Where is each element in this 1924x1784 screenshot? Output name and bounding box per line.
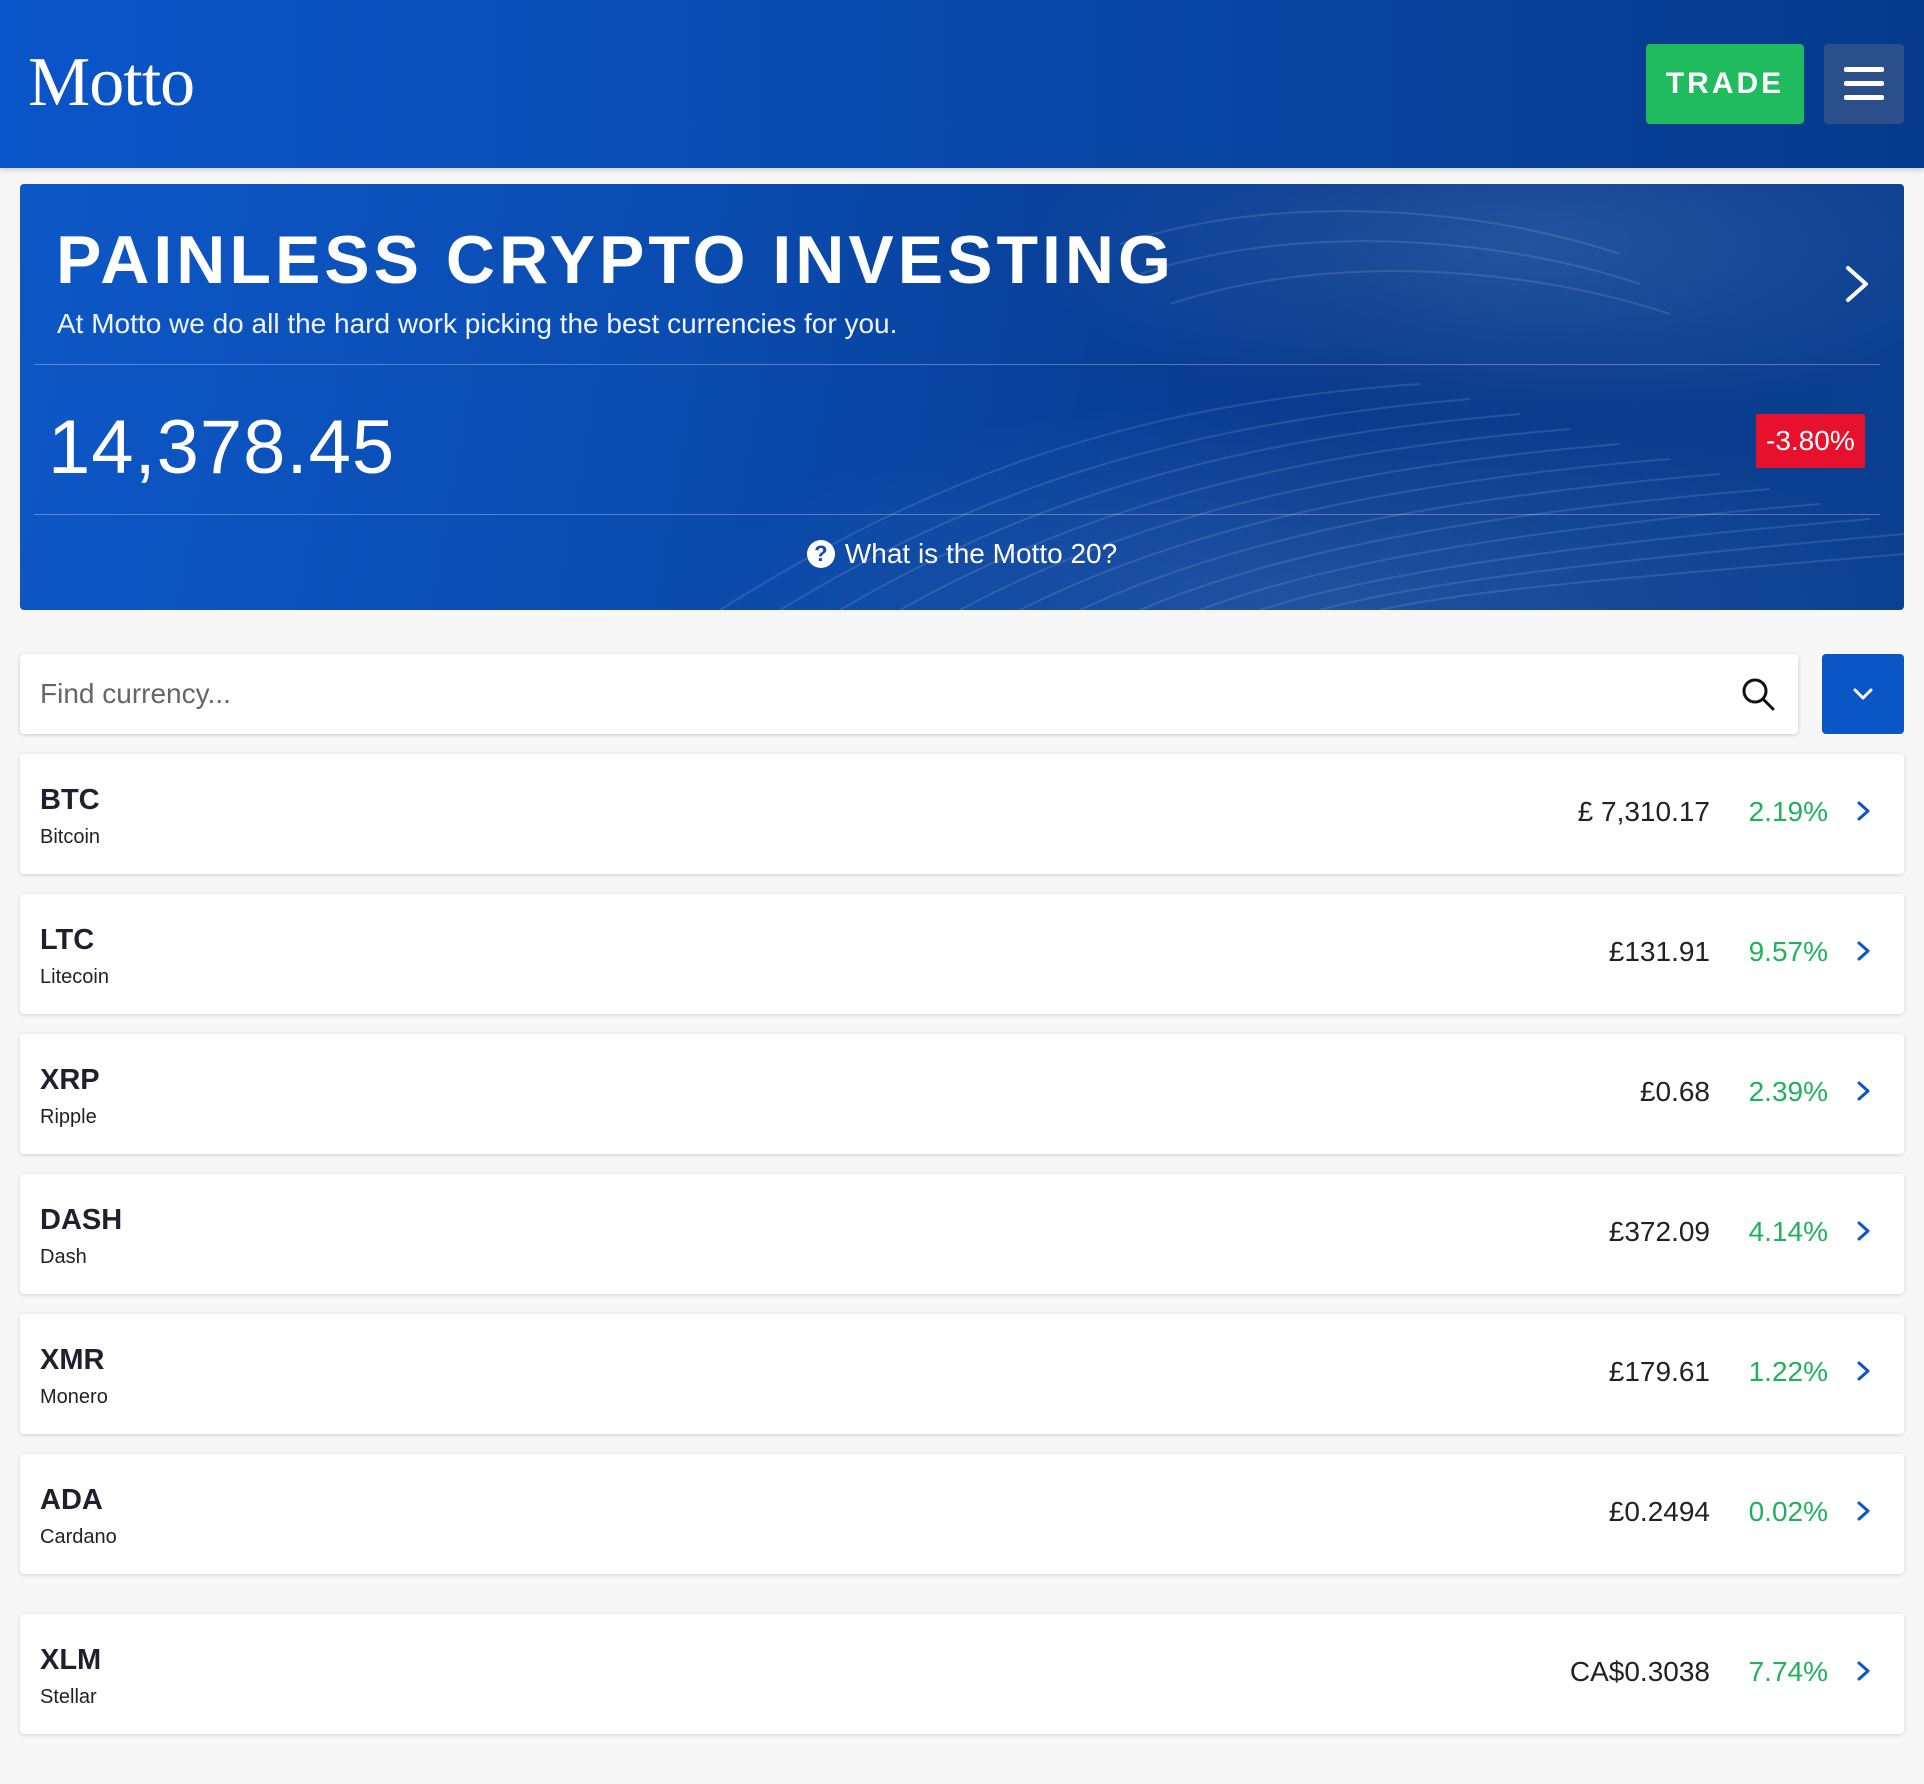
currency-symbol: DASH: [40, 1204, 123, 1236]
currency-name: Cardano: [40, 1526, 117, 1548]
motto-20-hero-card[interactable]: PAINLESS CRYPTO INVESTING At Motto we do…: [20, 184, 1904, 610]
chevron-right-icon[interactable]: [1854, 1496, 1874, 1526]
chevron-right-icon[interactable]: [1854, 1076, 1874, 1106]
hero-divider: [34, 364, 1880, 365]
what-is-motto-20-label: What is the Motto 20?: [844, 538, 1118, 569]
currency-name: Monero: [40, 1386, 108, 1408]
currency-symbol: XMR: [40, 1344, 105, 1376]
currency-row-btc[interactable]: BTC Bitcoin £ 7,310.17 2.19%: [20, 754, 1904, 874]
chevron-right-icon[interactable]: [1854, 936, 1874, 966]
currency-row-dash[interactable]: DASH Dash £372.09 4.14%: [20, 1174, 1904, 1294]
currency-price: £131.91: [1608, 936, 1710, 967]
currency-name: Dash: [40, 1246, 87, 1268]
currency-name: Ripple: [40, 1106, 97, 1128]
trade-button[interactable]: TRADE: [1646, 44, 1804, 124]
currency-name: Bitcoin: [40, 826, 101, 848]
currency-symbol: LTC: [40, 924, 95, 956]
what-is-motto-20-link[interactable]: ? What is the Motto 20?: [20, 538, 1904, 570]
currency-change: 2.39%: [1748, 1076, 1828, 1107]
currency-symbol: BTC: [40, 784, 100, 816]
currency-name: Stellar: [40, 1686, 97, 1708]
chevron-right-icon[interactable]: [1854, 1656, 1874, 1686]
currency-symbol: ADA: [40, 1484, 103, 1516]
currency-change: 9.57%: [1748, 936, 1828, 967]
question-circle-icon: ?: [806, 540, 835, 568]
currency-symbol: XLM: [40, 1644, 102, 1676]
currency-price: £0.68: [1639, 1076, 1710, 1107]
chevron-right-icon[interactable]: [1854, 1216, 1874, 1246]
currency-change: 2.19%: [1748, 796, 1828, 827]
currency-change: 0.02%: [1748, 1496, 1828, 1527]
currency-price: CA$0.3038: [1569, 1656, 1710, 1687]
currency-change: 4.14%: [1748, 1216, 1828, 1247]
menu-button[interactable]: [1824, 44, 1904, 124]
chevron-right-icon[interactable]: [1854, 1356, 1874, 1386]
chevron-right-icon[interactable]: [1836, 254, 1876, 314]
motto-logo[interactable]: Motto: [28, 38, 195, 128]
sort-dropdown-button[interactable]: [1822, 654, 1904, 734]
currency-row-xmr[interactable]: XMR Monero £179.61 1.22%: [20, 1314, 1904, 1434]
hero-title: PAINLESS CRYPTO INVESTING: [56, 222, 1175, 298]
hero-divider: [34, 514, 1880, 515]
currency-price: £0.2494: [1608, 1496, 1710, 1527]
currency-symbol: XRP: [40, 1064, 100, 1096]
hamburger-icon: [1844, 67, 1884, 100]
hero-subtitle: At Motto we do all the hard work picking…: [57, 308, 898, 339]
currency-row-ada[interactable]: ADA Cardano £0.2494 0.02%: [20, 1454, 1904, 1574]
currency-change: 7.74%: [1748, 1656, 1828, 1687]
currency-price: £ 7,310.17: [1577, 796, 1710, 827]
currency-row-xlm[interactable]: XLM Stellar CA$0.3038 7.74%: [20, 1614, 1904, 1734]
index-change-badge: -3.80%: [1756, 414, 1865, 468]
currency-row-ltc[interactable]: LTC Litecoin £131.91 9.57%: [20, 894, 1904, 1014]
chevron-down-icon: [1853, 688, 1873, 700]
index-value: 14,378.45: [48, 405, 396, 490]
chevron-right-icon[interactable]: [1854, 796, 1874, 826]
currency-row-xrp[interactable]: XRP Ripple £0.68 2.39%: [20, 1034, 1904, 1154]
currency-search-input[interactable]: [40, 654, 1700, 734]
search-icon[interactable]: [1740, 676, 1776, 712]
currency-change: 1.22%: [1748, 1356, 1828, 1387]
currency-name: Litecoin: [40, 966, 109, 988]
top-navigation-bar: Motto TRADE: [0, 0, 1924, 168]
currency-search-box: [20, 654, 1798, 734]
currency-price: £372.09: [1608, 1216, 1710, 1247]
currency-price: £179.61: [1608, 1356, 1710, 1387]
